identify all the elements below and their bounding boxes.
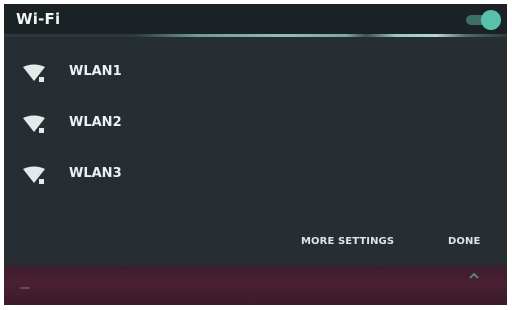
network-item-wlan1[interactable]: WLAN1 [4,48,507,99]
wifi-icon [23,166,45,184]
network-list: WLAN1 WLAN2 WLAN3 [4,48,507,201]
chevron-up-icon[interactable] [466,268,482,284]
dialog-title: Wi-Fi [16,10,61,28]
toggle-thumb [481,10,501,30]
done-button[interactable]: DONE [448,231,480,253]
nav-dash-icon [20,287,30,289]
network-item-wlan2[interactable]: WLAN2 [4,99,507,150]
network-name: WLAN3 [69,166,122,181]
navigation-bar [4,265,507,305]
network-name: WLAN2 [69,115,122,130]
network-name: WLAN1 [69,64,122,79]
wifi-toggle[interactable] [462,10,502,30]
wifi-icon [23,64,45,82]
more-settings-button[interactable]: MORE SETTINGS [301,231,394,253]
wifi-icon [23,115,45,133]
network-item-wlan3[interactable]: WLAN3 [4,150,507,201]
dialog-header: Wi-Fi [4,4,507,34]
scan-progress-bar [4,34,507,37]
wifi-dialog: Wi-Fi WLAN1 WLAN2 WLAN3 MORE SETTINGS DO… [4,4,507,305]
